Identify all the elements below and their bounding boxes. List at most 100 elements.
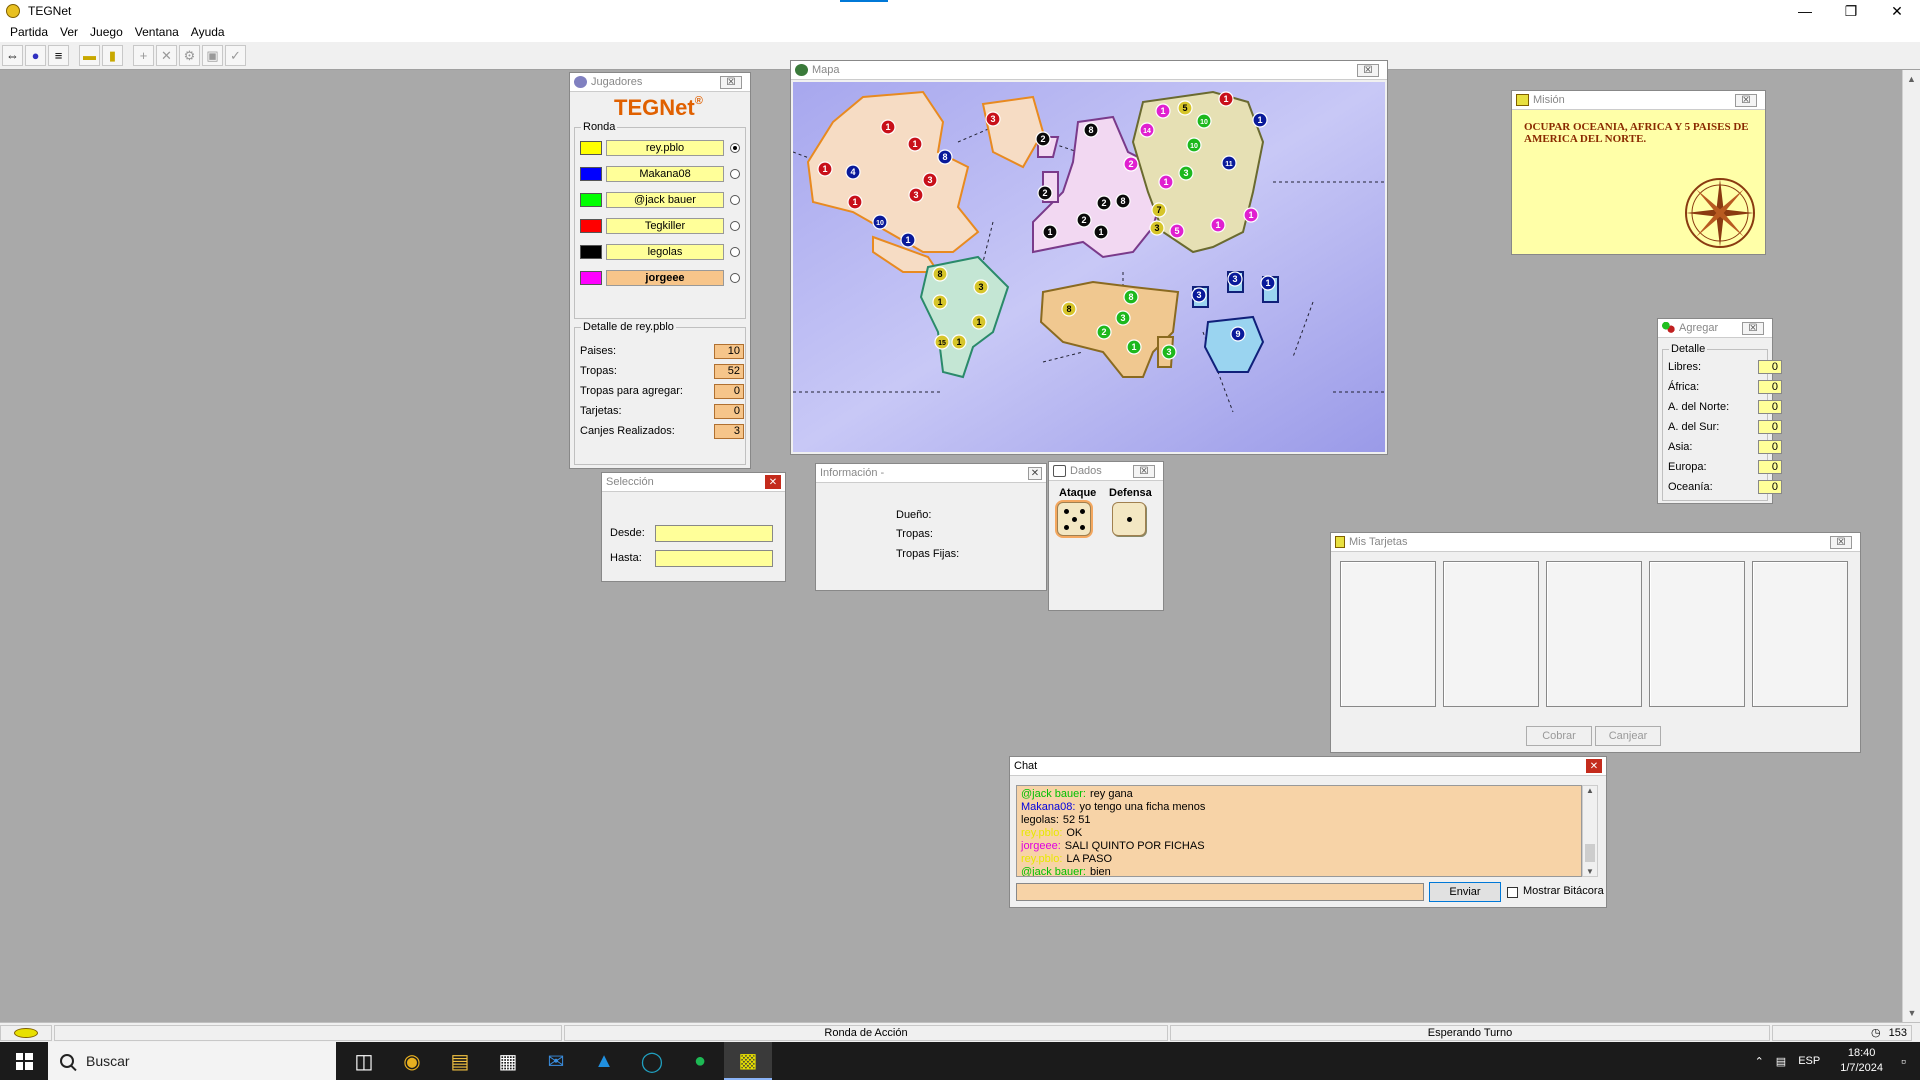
map-close-button[interactable]: ☒ (1357, 64, 1379, 77)
connect-icon[interactable]: ⇔ (2, 45, 23, 66)
mission-window-titlebar[interactable]: Misión ☒ (1512, 91, 1765, 110)
menu-ventana[interactable]: Ventana (129, 25, 185, 39)
player-row[interactable]: legolas (580, 243, 740, 261)
player-radio[interactable] (730, 273, 740, 283)
app-icon[interactable]: ▲ (580, 1042, 628, 1080)
card-icon[interactable]: ▬ (79, 45, 100, 66)
army-marker[interactable]: 2 (1096, 324, 1112, 340)
army-marker[interactable]: 9 (1230, 326, 1246, 342)
player-row[interactable]: Makana08 (580, 165, 740, 183)
army-marker[interactable]: 10 (1186, 137, 1202, 153)
army-marker[interactable]: 1 (971, 314, 987, 330)
player-row[interactable]: Tegkiller (580, 217, 740, 235)
player-row[interactable]: jorgeee (580, 269, 740, 287)
player-row[interactable]: @jack bauer (580, 191, 740, 209)
army-marker[interactable]: 8 (1061, 301, 1077, 317)
chat-window-titlebar[interactable]: Chat ✕ (1010, 757, 1606, 776)
army-marker[interactable]: 1 (1243, 207, 1259, 223)
info-close-button[interactable]: ✕ (1028, 467, 1042, 480)
army-marker[interactable]: 2 (1076, 212, 1092, 228)
army-marker[interactable]: 5 (1169, 223, 1185, 239)
army-marker[interactable]: 8 (1123, 289, 1139, 305)
exchange-button[interactable]: Canjear (1595, 726, 1661, 746)
army-marker[interactable]: 3 (1191, 287, 1207, 303)
army-marker[interactable]: 8 (1083, 122, 1099, 138)
army-marker[interactable]: 2 (1035, 131, 1051, 147)
card-slot[interactable] (1546, 561, 1642, 707)
army-marker[interactable]: 1 (900, 232, 916, 248)
info-window-titlebar[interactable]: Información - ✕ (816, 464, 1046, 483)
start-button[interactable] (0, 1042, 48, 1080)
cards-close-button[interactable]: ☒ (1830, 536, 1852, 549)
clock[interactable]: 18:40 1/7/2024 (1840, 1046, 1883, 1076)
army-marker[interactable]: 3 (1149, 220, 1165, 236)
mission-close-button[interactable]: ☒ (1735, 94, 1757, 107)
army-marker[interactable]: 10 (872, 214, 888, 230)
check-icon[interactable]: ✓ (225, 45, 246, 66)
dice-close-button[interactable]: ☒ (1133, 465, 1155, 478)
players-close-button[interactable]: ☒ (720, 76, 742, 89)
chat-scroll-thumb[interactable] (1585, 844, 1595, 862)
list-icon[interactable]: ≡ (48, 45, 69, 66)
from-field[interactable] (655, 525, 773, 542)
taskbar-search[interactable]: Buscar (48, 1042, 336, 1080)
army-marker[interactable]: 1 (1158, 174, 1174, 190)
note-icon[interactable]: ▮ (102, 45, 123, 66)
chat-close-button[interactable]: ✕ (1586, 759, 1602, 773)
player-radio[interactable] (730, 247, 740, 257)
chrome-icon[interactable]: ◉ (388, 1042, 436, 1080)
army-marker[interactable]: 2 (1123, 156, 1139, 172)
army-marker[interactable]: 1 (1155, 103, 1171, 119)
network-icon[interactable]: ▤ (1776, 1055, 1786, 1068)
cards-window-titlebar[interactable]: Mis Tarjetas ☒ (1331, 533, 1860, 552)
server-icon[interactable]: ● (25, 45, 46, 66)
chat-log[interactable]: @jack bauer: rey gana Makana08: yo tengo un… (1016, 785, 1582, 877)
army-marker[interactable]: 3 (922, 172, 938, 188)
chat-scrollbar[interactable]: ▲ ▼ (1582, 785, 1598, 877)
army-marker[interactable]: 1 (1260, 275, 1276, 291)
add-row-value[interactable]: 0 (1758, 420, 1782, 434)
army-marker[interactable]: 5 (1177, 100, 1193, 116)
army-marker[interactable]: 3 (1115, 310, 1131, 326)
army-marker[interactable]: 1 (1042, 224, 1058, 240)
menu-juego[interactable]: Juego (84, 25, 129, 39)
players-window-titlebar[interactable]: Jugadores ☒ (570, 73, 750, 92)
army-marker[interactable]: 1 (817, 161, 833, 177)
world-map[interactable]: 14138131101328222821 11 510114103111173 511… (793, 82, 1385, 452)
add-row-value[interactable]: 0 (1758, 360, 1782, 374)
player-radio[interactable] (730, 169, 740, 179)
store-icon[interactable]: ▦ (484, 1042, 532, 1080)
army-marker[interactable]: 1 (932, 294, 948, 310)
spotify-icon[interactable]: ● (676, 1042, 724, 1080)
add-row-value[interactable]: 0 (1758, 460, 1782, 474)
scroll-up-arrow[interactable]: ▲ (1903, 70, 1920, 88)
army-marker[interactable]: 1 (951, 334, 967, 350)
chat-input[interactable] (1016, 883, 1424, 901)
add-row-value[interactable]: 0 (1758, 440, 1782, 454)
language-indicator[interactable]: ESP (1798, 1055, 1820, 1067)
gear-icon[interactable]: ⚙ (179, 45, 200, 66)
army-marker[interactable]: 8 (937, 149, 953, 165)
army-marker[interactable]: 4 (845, 164, 861, 180)
send-button[interactable]: Enviar (1429, 882, 1501, 902)
army-marker[interactable]: 1 (1093, 224, 1109, 240)
army-marker[interactable]: 8 (1115, 193, 1131, 209)
army-marker[interactable]: 14 (1139, 122, 1155, 138)
army-marker[interactable]: 1 (907, 136, 923, 152)
menu-ver[interactable]: Ver (54, 25, 84, 39)
card-slot[interactable] (1649, 561, 1745, 707)
card-slot[interactable] (1752, 561, 1848, 707)
player-row[interactable]: rey.pblo (580, 139, 740, 157)
restore-button[interactable]: ❐ (1828, 0, 1874, 22)
copy-icon[interactable]: ▣ (202, 45, 223, 66)
menu-partida[interactable]: Partida (4, 25, 54, 39)
army-marker[interactable]: 3 (1161, 344, 1177, 360)
player-radio[interactable] (730, 143, 740, 153)
player-radio[interactable] (730, 195, 740, 205)
task-view-icon[interactable]: ◫ (340, 1042, 388, 1080)
tegnet-icon[interactable]: ▩ (724, 1042, 772, 1080)
dice-window-titlebar[interactable]: Dados ☒ (1049, 462, 1163, 481)
add-close-button[interactable]: ☒ (1742, 322, 1764, 335)
army-marker[interactable]: 2 (1096, 195, 1112, 211)
selection-close-button[interactable]: ✕ (765, 475, 781, 489)
